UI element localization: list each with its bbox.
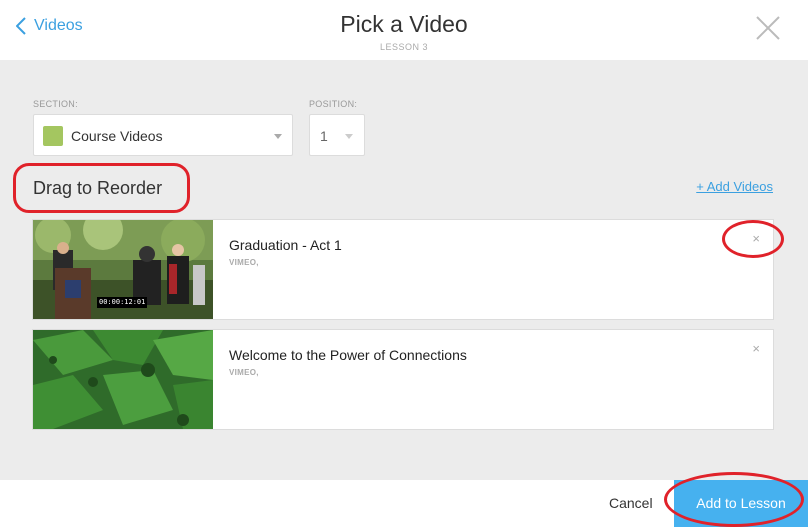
video-timestamp: 00:00:12:01 [99,298,146,306]
page-title: Pick a Video [340,11,468,37]
position-select-value: 1 [320,128,328,144]
position-label: POSITION: [309,99,358,109]
modal-header: Videos Pick a Video LESSON 3 [0,0,808,60]
video-source: VIMEO, [229,368,259,377]
video-list-item[interactable]: 00:00:12:01 Graduation - Act 1 VIMEO, × [32,219,774,320]
section-select[interactable]: Course Videos [33,114,293,156]
add-videos-link[interactable]: + Add Videos [696,179,773,194]
chevron-down-icon [345,134,353,139]
video-title: Welcome to the Power of Connections [229,347,467,363]
remove-video-button[interactable]: × [752,341,760,356]
chevron-down-icon [274,134,282,139]
reorder-heading: Drag to Reorder [33,178,163,198]
highlight-ring [722,220,784,258]
video-thumbnail [33,330,213,429]
video-source: VIMEO, [229,258,259,267]
close-button[interactable] [754,14,782,42]
section-select-value: Course Videos [71,128,163,144]
close-icon [756,16,780,40]
cancel-button[interactable]: Cancel [609,495,653,511]
video-title: Graduation - Act 1 [229,237,342,253]
section-label: SECTION: [33,99,78,109]
highlight-ring [664,472,804,527]
close-icon: × [752,341,760,356]
video-list-item[interactable]: Welcome to the Power of Connections VIME… [32,329,774,430]
position-select[interactable]: 1 [309,114,365,156]
section-color-swatch [43,126,63,146]
page-subtitle: LESSON 3 [379,42,429,52]
video-thumbnail: 00:00:12:01 [33,220,213,319]
